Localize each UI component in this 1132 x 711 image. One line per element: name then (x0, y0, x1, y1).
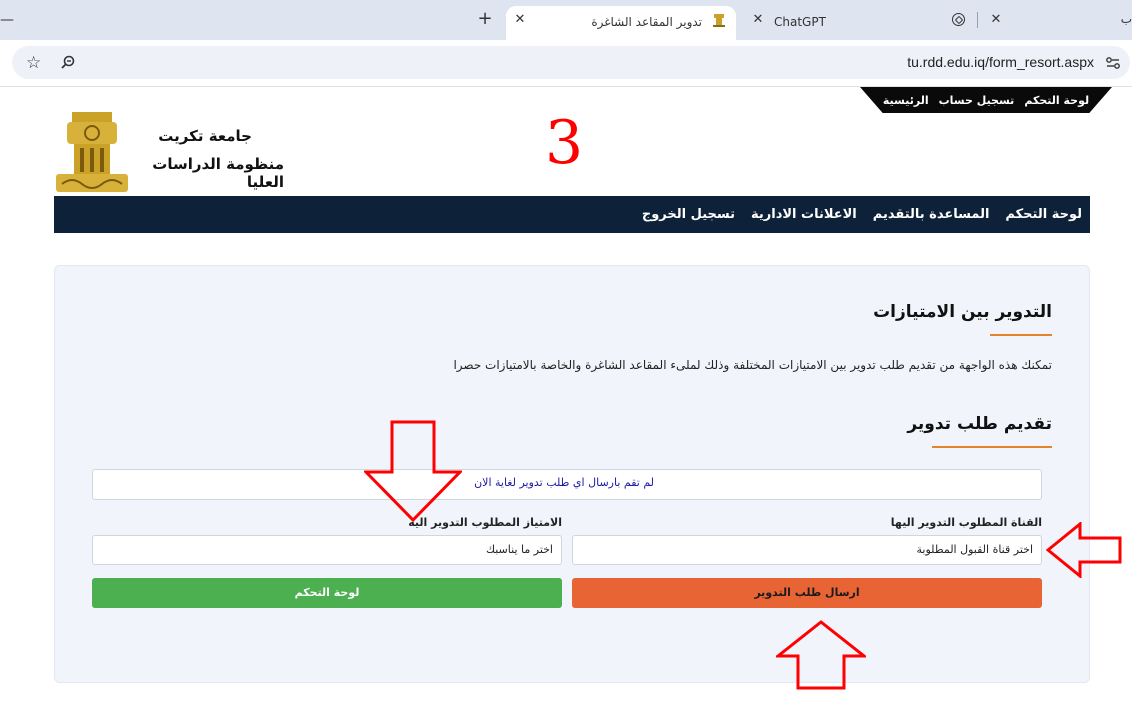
dashboard-button[interactable]: لوحة التحكم (92, 578, 562, 608)
tab-separator (977, 12, 978, 28)
top-links-bar: لوحة التحكم تسجيل حساب الرئيسية (860, 87, 1112, 113)
top-link-register[interactable]: تسجيل حساب (939, 94, 1015, 107)
form-title: تقديم طلب تدوير (907, 414, 1052, 434)
university-favicon-icon (713, 14, 725, 27)
zoom-icon[interactable] (60, 54, 76, 70)
chatgpt-icon (952, 13, 965, 26)
system-name: منظومة الدراسات العليا (152, 155, 284, 191)
description-text: تمكنك هذه الواجهة من تقديم طلب تدوير بين… (453, 358, 1052, 372)
tab-partial-label[interactable]: ب (1121, 12, 1132, 26)
new-tab-button[interactable]: + (476, 10, 494, 28)
main-navbar: لوحة التحكم المساعدة بالتقديم الاعلانات … (54, 196, 1090, 233)
tab-title: تدوير المقاعد الشاغرة (591, 15, 702, 29)
tab-title: ChatGPT (774, 15, 826, 29)
top-link-home[interactable]: الرئيسية (883, 94, 929, 107)
annotation-arrow-left (1046, 522, 1122, 578)
browser-toolbar: ☆ tu.rdd.edu.iq/form_resort.aspx (0, 40, 1132, 87)
nav-help[interactable]: المساعدة بالتقديم (873, 207, 990, 222)
close-tab-button[interactable]: ✕ (988, 12, 1004, 28)
tab-chatgpt[interactable]: ChatGPT (744, 6, 976, 40)
address-bar[interactable]: ☆ tu.rdd.edu.iq/form_resort.aspx (12, 46, 1130, 79)
annotation-number: 3 (545, 108, 584, 178)
url-text[interactable]: tu.rdd.edu.iq/form_resort.aspx (907, 54, 1094, 70)
top-link-dashboard[interactable]: لوحة التحكم (1024, 94, 1089, 107)
form-title-underline (932, 446, 1052, 448)
annotation-arrow-up (776, 620, 866, 690)
nav-logout[interactable]: تسجيل الخروج (642, 207, 735, 222)
nav-dashboard[interactable]: لوحة التحكم (1005, 207, 1082, 222)
tab-vacant-seats[interactable]: تدوير المقاعد الشاغرة (506, 6, 736, 40)
minimize-button[interactable]: — (0, 12, 14, 28)
submit-rotation-button[interactable]: ارسال طلب التدوير (572, 578, 1042, 608)
close-tab-button[interactable]: ✕ (512, 12, 528, 28)
channel-select[interactable]: اختر قناة القبول المطلوبة (572, 535, 1042, 565)
section-title: التدوير بين الامتيازات (873, 302, 1052, 322)
title-underline (990, 334, 1052, 336)
privilege-select[interactable]: اختر ما يناسبك (92, 535, 562, 565)
nav-announcements[interactable]: الاعلانات الادارية (751, 207, 857, 222)
channel-label: القناة المطلوب التدوير اليها (890, 516, 1042, 529)
star-icon[interactable]: ☆ (26, 53, 41, 73)
university-name: جامعة تكريت (158, 127, 252, 145)
annotation-arrow-down (364, 420, 462, 522)
close-tab-button[interactable]: ✕ (750, 12, 766, 28)
site-settings-icon[interactable] (1104, 54, 1122, 72)
browser-tabstrip: — + تدوير المقاعد الشاغرة ✕ ChatGPT ✕ ✕ … (0, 0, 1132, 40)
